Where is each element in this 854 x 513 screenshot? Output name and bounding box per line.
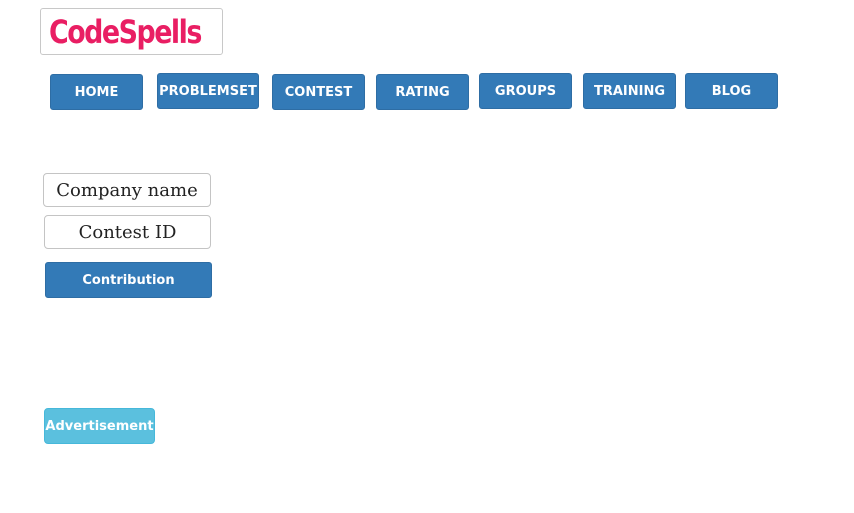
nav-rating-button[interactable]: RATING <box>376 74 469 110</box>
nav-problemset-button[interactable]: PROBLEMSET <box>157 73 259 109</box>
company-name-field[interactable]: Company name <box>43 173 211 207</box>
nav-blog-button[interactable]: BLOG <box>685 73 778 109</box>
nav-contest-button[interactable]: CONTEST <box>272 74 365 110</box>
nav-training-button[interactable]: TRAINING <box>583 73 676 109</box>
contribution-button[interactable]: Contribution <box>45 262 212 298</box>
logo[interactable]: CodeSpells <box>40 8 223 55</box>
advertisement-button[interactable]: Advertisement <box>44 408 155 444</box>
contest-id-field[interactable]: Contest ID <box>44 215 211 249</box>
nav-groups-button[interactable]: GROUPS <box>479 73 572 109</box>
nav-home-button[interactable]: HOME <box>50 74 143 110</box>
logo-text: CodeSpells <box>49 13 202 51</box>
